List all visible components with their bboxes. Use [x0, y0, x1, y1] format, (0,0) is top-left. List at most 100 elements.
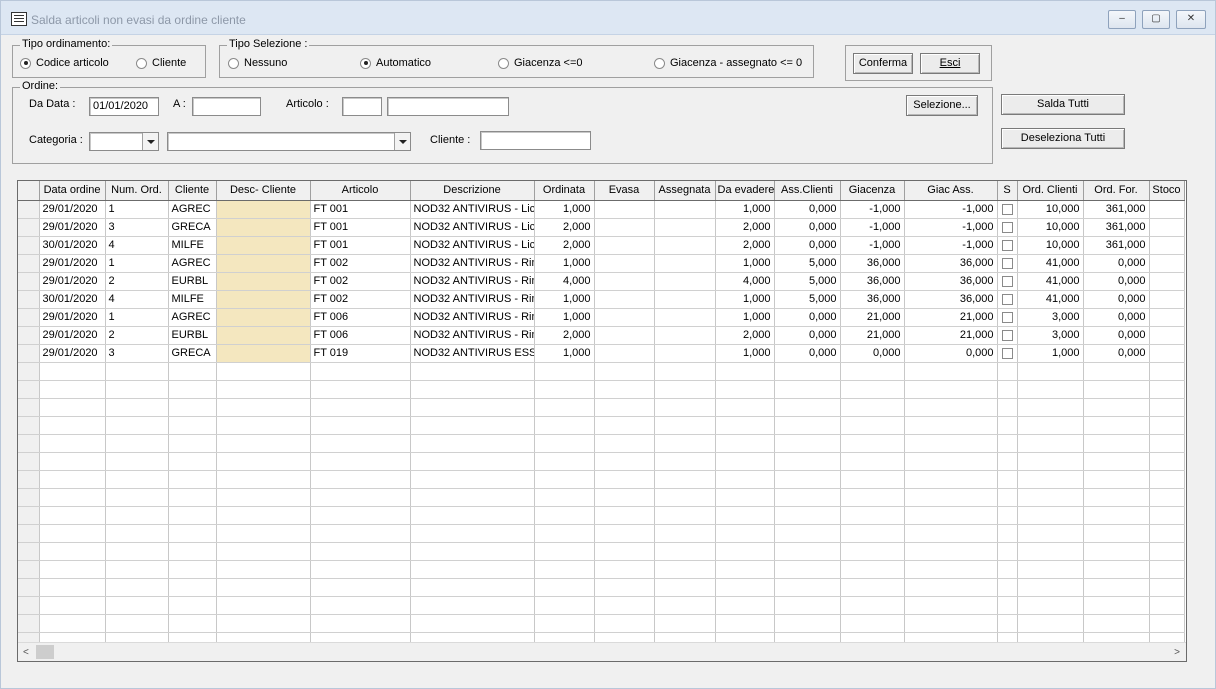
table-cell[interactable]: 0,000 — [904, 344, 998, 363]
table-cell[interactable]: -1,000 — [840, 218, 905, 237]
table-cell[interactable]: 36,000 — [840, 254, 905, 273]
table-cell[interactable]: 2,000 — [715, 236, 775, 255]
table-cell[interactable] — [534, 488, 595, 507]
table-cell[interactable] — [310, 506, 411, 525]
orders-grid[interactable]: Data ordine Num. Ord. Cliente Desc- Cliente… — [17, 180, 1187, 662]
table-cell[interactable] — [410, 506, 535, 525]
table-cell[interactable] — [1083, 542, 1150, 561]
table-cell[interactable] — [715, 380, 775, 399]
articolo-desc-input[interactable] — [387, 97, 509, 116]
table-cell[interactable] — [594, 398, 655, 417]
row-selector[interactable] — [18, 470, 40, 489]
table-cell[interactable] — [168, 362, 217, 381]
table-cell[interactable] — [594, 218, 655, 237]
row-selector[interactable] — [18, 578, 40, 597]
table-cell[interactable] — [997, 560, 1018, 579]
column-header[interactable]: S — [997, 181, 1018, 201]
table-cell[interactable] — [1083, 524, 1150, 543]
conferma-button[interactable]: Conferma — [853, 53, 913, 74]
table-cell[interactable] — [997, 290, 1018, 309]
table-cell[interactable]: 30/01/2020 — [39, 236, 106, 255]
table-cell[interactable]: FT 001 — [310, 200, 411, 219]
table-cell[interactable]: 0,000 — [774, 236, 841, 255]
table-cell[interactable]: MILFE — [168, 290, 217, 309]
table-cell[interactable] — [168, 542, 217, 561]
table-cell[interactable] — [654, 290, 716, 309]
table-cell[interactable]: 1,000 — [715, 308, 775, 327]
table-cell[interactable] — [594, 416, 655, 435]
column-header[interactable]: Desc- Cliente — [216, 181, 311, 201]
row-selector[interactable] — [18, 308, 40, 327]
table-cell[interactable] — [997, 380, 1018, 399]
table-cell[interactable] — [310, 398, 411, 417]
table-cell[interactable] — [1149, 218, 1185, 237]
deseleziona-tutti-button[interactable]: Deseleziona Tutti — [1001, 128, 1125, 149]
table-cell[interactable] — [168, 434, 217, 453]
table-cell[interactable] — [105, 524, 169, 543]
table-cell[interactable] — [410, 434, 535, 453]
table-cell[interactable] — [39, 596, 106, 615]
cliente-input[interactable] — [480, 131, 591, 150]
table-cell[interactable] — [1083, 362, 1150, 381]
table-cell[interactable] — [715, 506, 775, 525]
table-cell[interactable]: 3,000 — [1017, 308, 1084, 327]
articolo-code-input[interactable] — [342, 97, 382, 116]
table-cell[interactable] — [997, 434, 1018, 453]
row-selector[interactable] — [18, 434, 40, 453]
table-cell[interactable] — [410, 578, 535, 597]
table-cell[interactable] — [1149, 596, 1185, 615]
table-cell[interactable]: 1,000 — [715, 254, 775, 273]
table-cell[interactable] — [39, 470, 106, 489]
table-cell[interactable]: 1,000 — [534, 344, 595, 363]
table-cell[interactable] — [1083, 506, 1150, 525]
table-cell[interactable] — [216, 398, 311, 417]
table-cell[interactable]: AGREC — [168, 308, 217, 327]
table-cell[interactable] — [310, 488, 411, 507]
table-cell[interactable]: 0,000 — [774, 344, 841, 363]
table-cell[interactable]: 2 — [105, 272, 169, 291]
table-cell[interactable] — [997, 236, 1018, 255]
minimize-button[interactable]: ‒ — [1108, 10, 1136, 29]
table-cell[interactable] — [594, 362, 655, 381]
table-cell[interactable] — [168, 380, 217, 399]
table-cell[interactable] — [105, 596, 169, 615]
table-cell[interactable]: 21,000 — [840, 326, 905, 345]
table-cell[interactable] — [1149, 308, 1185, 327]
table-cell[interactable]: NOD32 ANTIVIRUS - Lic — [410, 218, 535, 237]
table-cell[interactable] — [904, 380, 998, 399]
column-header[interactable]: Data ordine — [39, 181, 106, 201]
table-cell[interactable]: -1,000 — [840, 236, 905, 255]
table-cell[interactable] — [1149, 542, 1185, 561]
table-cell[interactable] — [594, 380, 655, 399]
table-cell[interactable] — [168, 506, 217, 525]
table-cell[interactable] — [310, 596, 411, 615]
row-selector[interactable] — [18, 596, 40, 615]
table-cell[interactable]: 29/01/2020 — [39, 218, 106, 237]
table-cell[interactable]: 2,000 — [534, 218, 595, 237]
table-cell[interactable]: AGREC — [168, 200, 217, 219]
select-checkbox[interactable] — [1001, 203, 1013, 215]
table-row[interactable] — [18, 434, 1185, 453]
table-cell[interactable] — [715, 596, 775, 615]
column-header[interactable]: Descrizione — [410, 181, 535, 201]
table-cell[interactable] — [1083, 452, 1150, 471]
table-cell[interactable] — [654, 560, 716, 579]
table-cell[interactable]: 41,000 — [1017, 272, 1084, 291]
table-cell[interactable] — [594, 542, 655, 561]
table-cell[interactable]: 4,000 — [715, 272, 775, 291]
table-cell[interactable] — [1017, 560, 1084, 579]
table-cell[interactable]: FT 002 — [310, 254, 411, 273]
table-cell[interactable] — [310, 380, 411, 399]
table-cell[interactable]: 2,000 — [534, 326, 595, 345]
table-cell[interactable] — [1149, 614, 1185, 633]
table-cell[interactable] — [310, 416, 411, 435]
table-cell[interactable]: 0,000 — [1083, 254, 1150, 273]
column-header[interactable]: Giac Ass. — [904, 181, 998, 201]
table-cell[interactable] — [715, 488, 775, 507]
table-cell[interactable] — [840, 506, 905, 525]
row-selector[interactable] — [18, 326, 40, 345]
table-cell[interactable]: 5,000 — [774, 254, 841, 273]
table-cell[interactable]: FT 006 — [310, 308, 411, 327]
scroll-thumb[interactable] — [36, 645, 54, 659]
table-cell[interactable] — [105, 434, 169, 453]
